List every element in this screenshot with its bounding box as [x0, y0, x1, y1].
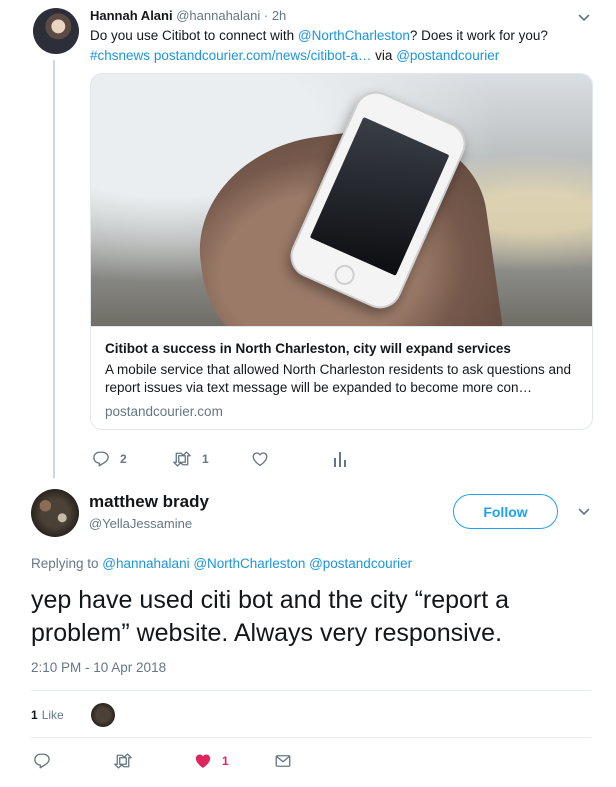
mention-link[interactable]: @postandcourier — [396, 48, 499, 63]
heart-filled-icon — [195, 754, 211, 768]
analytics-button[interactable] — [333, 449, 347, 469]
retweet-button[interactable] — [113, 751, 143, 771]
card-domain: postandcourier.com — [105, 404, 223, 419]
author-handle[interactable]: @YellaJessamine — [89, 516, 192, 531]
like-button[interactable]: 1 — [194, 751, 229, 771]
link-card[interactable]: Citibot a success in North Charleston, c… — [90, 73, 593, 430]
divider — [31, 737, 591, 738]
retweet-icon — [114, 753, 132, 769]
envelope-icon — [275, 755, 291, 767]
tweet-text: yep have used citi bot and the city “rep… — [31, 586, 510, 647]
heart-icon — [252, 452, 268, 467]
like-button[interactable] — [251, 449, 269, 469]
replying-to: Replying to @hannahalani @NorthCharlesto… — [31, 556, 412, 571]
likes-label: Like — [41, 708, 64, 722]
tweet-text-part: Do you use Citibot to connect with — [90, 28, 298, 43]
reply-button[interactable]: 2 — [92, 449, 127, 469]
replying-prefix: Replying to — [31, 556, 103, 571]
url-link[interactable]: postandcourier.com/news/citibot-a… — [154, 48, 372, 63]
parent-tweet[interactable]: Hannah Alani @hannahalani · 2h Do you us… — [0, 0, 616, 478]
reply-icon — [93, 451, 109, 467]
retweet-count: 1 — [202, 452, 209, 466]
reply-button[interactable] — [33, 751, 61, 771]
like-count: 1 — [222, 754, 229, 768]
reply-icon — [34, 753, 50, 769]
tweet-header: Hannah Alani @hannahalani · 2h — [90, 7, 286, 24]
likes-summary[interactable]: 1 Like — [31, 705, 64, 725]
tweet-actions: 1 — [31, 751, 591, 771]
thread-line — [53, 60, 55, 478]
liker-avatar[interactable] — [91, 703, 115, 727]
card-title: Citibot a success in North Charleston, c… — [105, 341, 511, 356]
divider — [31, 690, 591, 691]
author-name[interactable]: Hannah Alani — [90, 8, 173, 23]
direct-message-button[interactable] — [274, 751, 292, 771]
tweet-actions: 2 1 — [90, 449, 390, 469]
chevron-down-icon[interactable] — [578, 12, 590, 24]
hashtag-link[interactable]: #chsnews — [90, 48, 150, 63]
chevron-down-icon[interactable] — [578, 506, 590, 518]
tweet-text: Do you use Citibot to connect with @Nort… — [90, 26, 600, 66]
reply-count: 2 — [120, 452, 127, 466]
card-body[interactable]: Citibot a success in North Charleston, c… — [91, 326, 592, 429]
mention-link[interactable]: @NorthCharleston — [298, 28, 410, 43]
card-description: A mobile service that allowed North Char… — [105, 362, 572, 395]
avatar[interactable] — [33, 8, 79, 54]
card-image[interactable] — [91, 74, 592, 326]
likes-count: 1 — [31, 708, 38, 722]
bar-chart-icon — [334, 452, 346, 467]
avatar[interactable] — [31, 489, 79, 537]
retweet-icon — [173, 451, 191, 467]
follow-button[interactable]: Follow — [453, 494, 558, 529]
tweet-time[interactable]: · 2h — [264, 8, 286, 23]
retweet-button[interactable]: 1 — [172, 449, 209, 469]
tweet-text-part: via — [371, 48, 397, 63]
author-handle[interactable]: @hannahalani — [176, 8, 260, 23]
tweet-text-part: ? Does it work for you? — [409, 28, 548, 43]
tweet-timestamp[interactable]: 2:10 PM - 10 Apr 2018 — [31, 660, 166, 675]
replying-mentions[interactable]: @hannahalani @NorthCharleston @postandco… — [102, 556, 412, 571]
author-name[interactable]: matthew brady — [89, 492, 209, 512]
